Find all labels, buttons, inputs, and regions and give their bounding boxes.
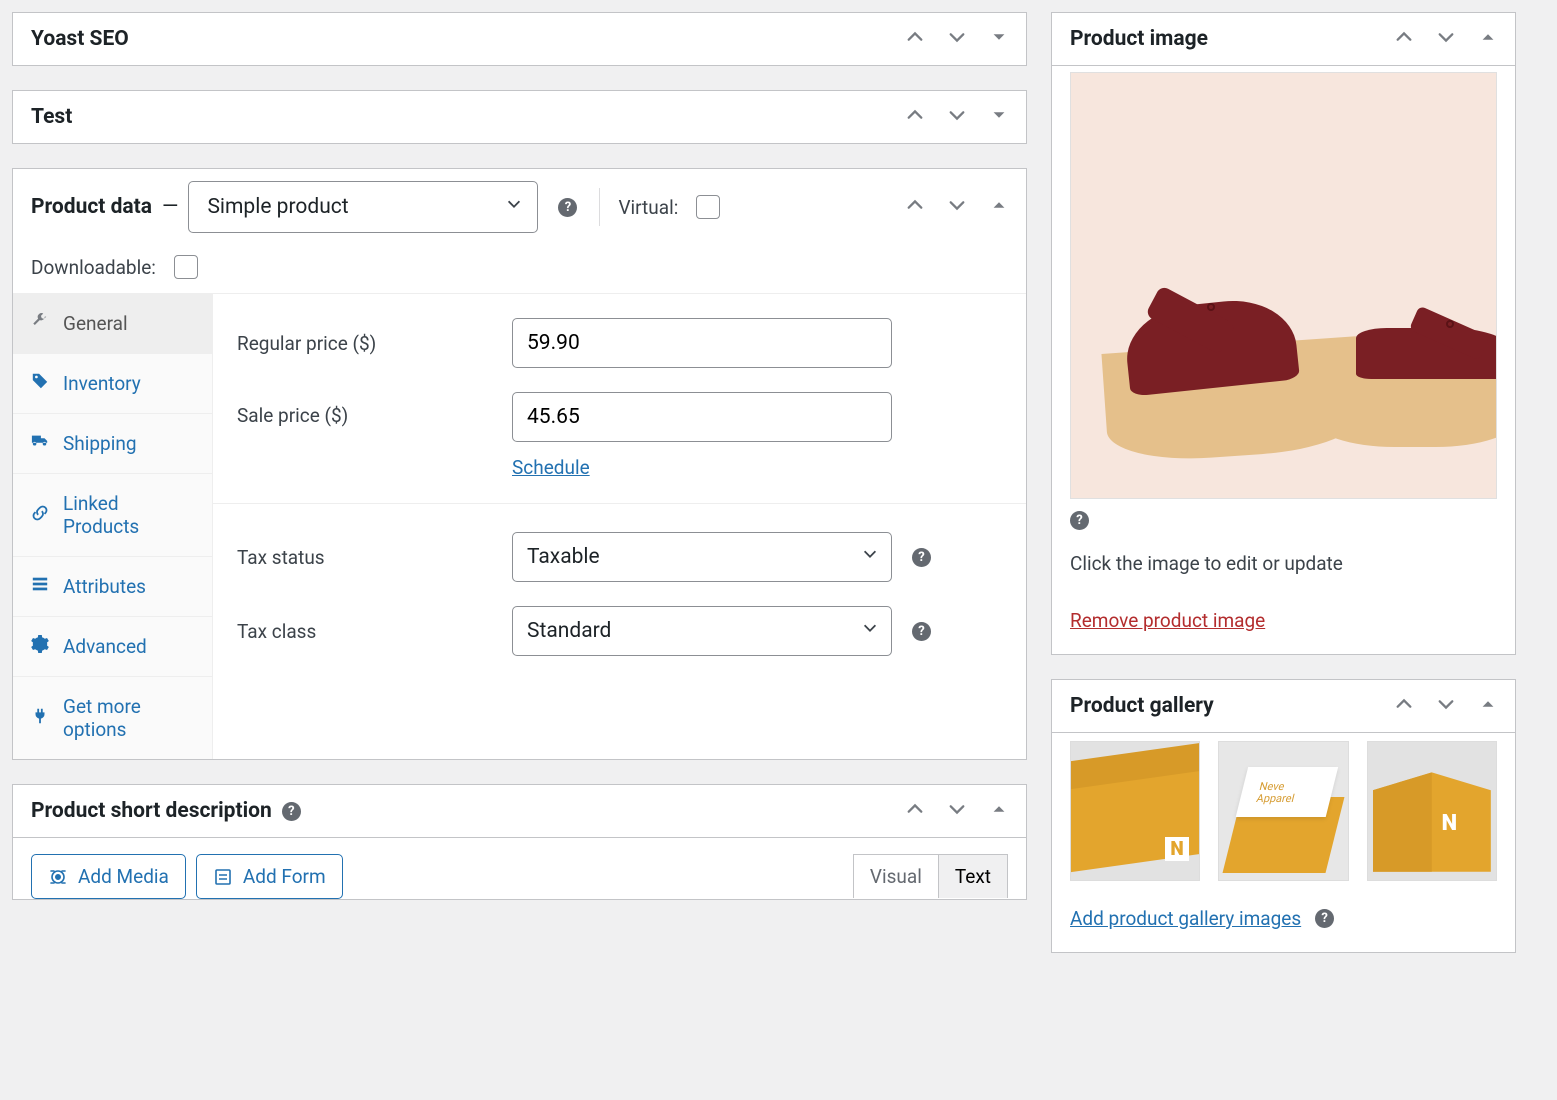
product-featured-image[interactable] (1070, 72, 1497, 499)
tab-get-more-options[interactable]: Get more options (13, 677, 212, 759)
help-icon[interactable]: ? (558, 198, 577, 217)
panel-product-data: Product data — Simple product ? Virtual: (12, 168, 1027, 760)
regular-price-input[interactable] (512, 318, 892, 368)
tax-class-label: Tax class (237, 620, 492, 643)
tab-inventory[interactable]: Inventory (13, 354, 212, 414)
toggle-icon[interactable] (1479, 695, 1497, 718)
plug-icon (29, 707, 51, 730)
toggle-icon[interactable] (1479, 28, 1497, 51)
move-up-icon[interactable] (906, 800, 924, 823)
panel-title-test: Test (31, 105, 72, 129)
tag-icon (29, 372, 51, 395)
panel-title-product-gallery: Product gallery (1070, 694, 1214, 718)
remove-product-image-link[interactable]: Remove product image (1070, 609, 1265, 632)
move-down-icon[interactable] (948, 196, 966, 219)
regular-price-label: Regular price ($) (237, 332, 492, 355)
chevron-down-icon (505, 195, 523, 219)
tab-advanced[interactable]: Advanced (13, 617, 212, 677)
toggle-icon[interactable] (990, 800, 1008, 823)
chevron-down-icon (861, 545, 879, 569)
gallery-thumb[interactable]: NeveApparel (1218, 741, 1348, 881)
move-up-icon[interactable] (1395, 28, 1413, 51)
help-icon[interactable]: ? (1315, 909, 1334, 928)
schedule-link[interactable]: Schedule (512, 456, 590, 479)
downloadable-label: Downloadable: (31, 256, 156, 279)
link-icon (29, 504, 51, 527)
add-form-button[interactable]: Add Form (196, 854, 343, 899)
editor-tab-text[interactable]: Text (939, 854, 1008, 898)
downloadable-checkbox[interactable] (174, 255, 198, 279)
gallery-thumb[interactable]: N (1070, 741, 1200, 881)
move-up-icon[interactable] (906, 196, 924, 219)
move-up-icon[interactable] (1395, 695, 1413, 718)
editor-tab-visual[interactable]: Visual (853, 854, 939, 898)
gear-icon (29, 635, 51, 658)
panel-title-product-data: Product data (31, 195, 152, 219)
move-down-icon[interactable] (948, 106, 966, 129)
product-type-select[interactable]: Simple product (188, 181, 538, 233)
panel-product-short-description: Product short description ? Add Media (12, 784, 1027, 900)
panel-yoast-seo: Yoast SEO (12, 12, 1027, 66)
toggle-icon[interactable] (990, 106, 1008, 129)
move-down-icon[interactable] (1437, 28, 1455, 51)
gallery-thumb[interactable]: N (1367, 741, 1497, 881)
list-icon (29, 575, 51, 598)
tab-linked-products[interactable]: Linked Products (13, 474, 212, 557)
product-data-tabs: General Inventory Shipping Linked Produc… (13, 294, 213, 759)
move-down-icon[interactable] (1437, 695, 1455, 718)
chevron-down-icon (861, 619, 879, 643)
tax-status-select[interactable]: Taxable (512, 532, 892, 582)
move-down-icon[interactable] (948, 800, 966, 823)
virtual-label: Virtual: (618, 196, 678, 219)
help-icon[interactable]: ? (912, 548, 931, 567)
tax-status-label: Tax status (237, 546, 492, 569)
toggle-icon[interactable] (990, 196, 1008, 219)
wrench-icon (29, 312, 51, 335)
panel-product-gallery: Product gallery N (1051, 679, 1516, 953)
tax-class-select[interactable]: Standard (512, 606, 892, 656)
panel-product-image: Product image (1051, 12, 1516, 655)
truck-icon (29, 432, 51, 455)
product-image-hint: Click the image to edit or update (1070, 552, 1497, 575)
help-icon[interactable]: ? (282, 802, 301, 821)
add-media-button[interactable]: Add Media (31, 854, 186, 899)
toggle-icon[interactable] (990, 28, 1008, 51)
panel-test: Test (12, 90, 1027, 144)
help-icon[interactable]: ? (912, 622, 931, 641)
help-icon[interactable]: ? (1070, 511, 1089, 530)
move-up-icon[interactable] (906, 28, 924, 51)
sale-price-label: Sale price ($) (237, 392, 492, 427)
tab-attributes[interactable]: Attributes (13, 557, 212, 617)
virtual-checkbox[interactable] (696, 195, 720, 219)
add-gallery-images-link[interactable]: Add product gallery images (1070, 907, 1301, 930)
move-down-icon[interactable] (948, 28, 966, 51)
sale-price-input[interactable] (512, 392, 892, 442)
panel-title-product-image: Product image (1070, 27, 1208, 51)
move-up-icon[interactable] (906, 106, 924, 129)
panel-title-seo: Yoast SEO (31, 27, 129, 51)
tab-shipping[interactable]: Shipping (13, 414, 212, 474)
panel-title-short-desc: Product short description (31, 799, 272, 823)
tab-general[interactable]: General (13, 294, 212, 354)
tab-content-general: Regular price ($) Sale price ($) Schedul… (213, 294, 1026, 759)
